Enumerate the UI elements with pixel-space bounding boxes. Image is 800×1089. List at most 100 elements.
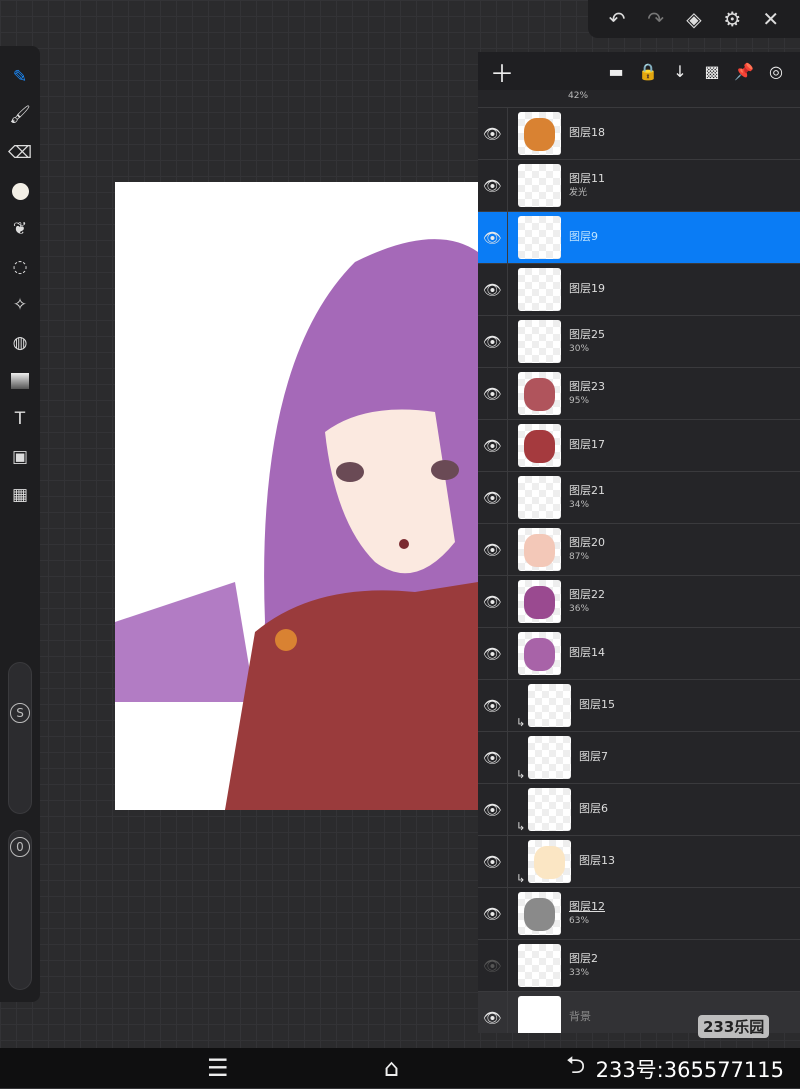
clipping-arrow-icon: ↳ [516,768,526,781]
layer-row[interactable]: 👁 图层22 36% [478,576,800,628]
layer-row[interactable]: 👁 图层23 95% [478,368,800,420]
layer-row[interactable]: 👁 图层11 发光 [478,160,800,212]
layer-thumbnail-content [524,638,555,671]
grid-icon[interactable]: ▦ [0,476,40,514]
eye-icon[interactable]: 👁 [478,836,508,887]
layer-opacity: 42% [568,91,589,101]
eye-icon[interactable]: 👁 [478,264,508,315]
gear-icon[interactable]: ⚙ [717,7,747,31]
artwork [115,239,478,810]
layer-thumbnail [518,372,561,415]
smudge-tool-icon[interactable]: 🖌 [0,96,40,134]
layer-thumbnail [518,892,561,935]
size-slider-knob[interactable]: S [10,703,30,723]
eye-icon[interactable]: 👁 [478,680,508,731]
layer-opacity: 34% [569,500,590,510]
layer-thumbnail [518,944,561,987]
layer-opacity: 30% [569,344,590,354]
layer-name: 背景 [569,1010,591,1024]
lasso-icon[interactable]: ◌ [0,248,40,286]
brush-tool-icon[interactable]: ✎ [0,58,40,96]
layer-name: 图层19 [569,282,605,296]
layer-thumbnail-content [524,586,555,619]
layer-name: 图层18 [569,126,605,140]
eye-icon[interactable]: 👁 [478,108,508,159]
layer-row[interactable]: 👁 图层12 63% [478,888,800,940]
layer-thumbnail [518,320,561,363]
layer-row[interactable]: 👁 图层2 33% [478,940,800,992]
eye-icon[interactable]: 👁 [478,888,508,939]
eye-icon[interactable]: 👁 [478,576,508,627]
layer-name: 图层22 [569,587,605,601]
orange-charm [275,629,297,651]
undo-icon[interactable]: ↶ [602,7,632,31]
text-tool-icon[interactable]: T [0,400,40,438]
opacity-slider[interactable]: 0 [8,830,32,990]
layers-icon[interactable]: ◈ [679,7,709,31]
drawing-canvas[interactable] [115,182,478,810]
layer-name: 图层2 [569,951,598,965]
add-layer-button[interactable]: ＋ [486,54,514,89]
back-icon[interactable]: ⮌ [566,1048,585,1089]
leaf-brush-icon[interactable]: ❦ [0,210,40,248]
layer-opacity: 63% [569,916,590,926]
color-picker-icon[interactable] [0,172,40,210]
eye-icon[interactable]: 👁 [478,784,508,835]
eye-icon[interactable]: 👁 [478,420,508,471]
close-icon[interactable]: ✕ [756,7,786,31]
partial-layer-row[interactable]: 42% [478,90,800,108]
image-import-icon[interactable]: ▣ [0,438,40,476]
layer-list: 👁 图层18 👁 图层11 发光 👁 图层9 👁 图层19 👁 图层25 30% 👁… [478,108,800,1033]
eye-icon[interactable]: 👁 [478,524,508,575]
layer-thumbnail [518,632,561,675]
eye-icon[interactable]: 👁 [478,160,508,211]
fill-bucket-icon[interactable]: ◍ [0,324,40,362]
gradient-icon[interactable] [0,362,40,400]
redo-icon[interactable]: ↷ [641,7,671,31]
opacity-slider-knob[interactable]: 0 [10,837,30,857]
eye-hidden-icon[interactable]: 👁 [478,940,508,991]
layer-row[interactable]: 👁 图层20 87% [478,524,800,576]
layer-thumbnail [518,268,561,311]
layer-row[interactable]: 👁 图层18 [478,108,800,160]
target-icon[interactable]: ◎ [760,62,792,81]
eye-icon[interactable]: 👁 [478,992,508,1033]
eye-icon[interactable]: 👁 [478,212,508,263]
magic-wand-icon[interactable]: ✧ [0,286,40,324]
pin-icon[interactable]: 📌 [728,62,760,81]
layer-row[interactable]: 👁 ↳ 图层13 [478,836,800,888]
layer-thumbnail [518,164,561,207]
layer-row[interactable]: 👁 图层21 34% [478,472,800,524]
home-icon[interactable]: ⌂ [384,1054,399,1082]
mouth [399,539,409,549]
layer-row[interactable]: 👁 图层17 [478,420,800,472]
layer-row[interactable]: 👁 图层25 30% [478,316,800,368]
eye-icon[interactable]: 👁 [478,368,508,419]
layer-opacity: 87% [569,552,590,562]
layer-thumbnail [518,424,561,467]
layer-row[interactable]: 👁 图层14 [478,628,800,680]
layer-row[interactable]: 👁 图层19 [478,264,800,316]
layer-row[interactable]: 👁 ↳ 图层7 [478,732,800,784]
layer-name: 图层17 [569,438,605,452]
layers-panel: ＋ ▬ 🔒 ↓ ▩ 📌 ◎ 42% 👁 图层18 👁 图层11 发光 👁 图层9 … [478,52,800,1033]
eye-icon[interactable]: 👁 [478,472,508,523]
layer-name: 图层11 [569,171,605,185]
layers-panel-header: ＋ ▬ 🔒 ↓ ▩ 📌 ◎ [478,52,800,90]
layer-thumbnail-content [524,118,555,151]
layer-row[interactable]: 👁 图层9 [478,212,800,264]
eraser-tool-icon[interactable]: ⌫ [0,134,40,172]
folder-icon[interactable]: ▬ [600,62,632,81]
checkerboard-icon[interactable]: ▩ [696,62,728,81]
merge-down-icon[interactable]: ↓ [664,62,696,81]
eye-icon[interactable]: 👁 [478,628,508,679]
eye-icon[interactable]: 👁 [478,732,508,783]
layer-row[interactable]: 👁 ↳ 图层6 [478,784,800,836]
layer-row[interactable]: 👁 ↳ 图层15 [478,680,800,732]
menu-icon[interactable]: ☰ [207,1054,229,1082]
layer-thumbnail [528,684,571,727]
eye-icon[interactable]: 👁 [478,316,508,367]
clipping-arrow-icon: ↳ [516,716,526,729]
brush-size-slider[interactable]: S [8,662,32,814]
lock-icon[interactable]: 🔒 [632,62,664,81]
